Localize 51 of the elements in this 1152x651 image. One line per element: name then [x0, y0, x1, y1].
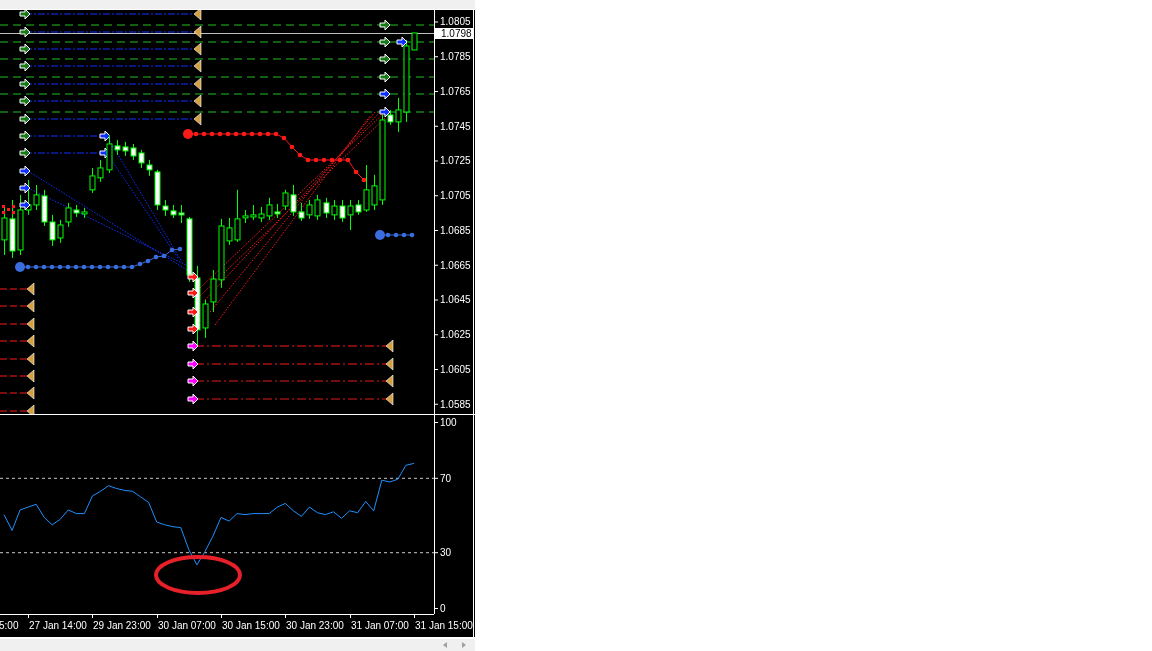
arrow-marker	[379, 88, 391, 100]
price-label: 1.0585	[440, 398, 471, 410]
axis-label: 30	[440, 547, 452, 559]
time-label: 27 Jan 14:00	[29, 620, 87, 631]
arrow-marker	[19, 182, 31, 194]
price-label: 1.0745	[440, 120, 471, 132]
price-label: 1.0685	[440, 225, 471, 236]
order-line	[0, 334, 35, 348]
arrow-marker	[187, 271, 199, 283]
time-label: 30 Jan 23:00	[286, 620, 344, 631]
scroll-right-icon[interactable]	[462, 642, 466, 648]
arrow-marker	[379, 71, 391, 83]
time-label: 31 Jan 15:00	[415, 620, 473, 631]
price-label: 1.0765	[440, 86, 471, 97]
price-label: 1.0785	[440, 51, 471, 63]
order-line	[0, 369, 35, 383]
order-line	[0, 317, 35, 331]
order-line	[0, 299, 35, 313]
price-label: 1.0805	[440, 16, 471, 28]
time-label: 29 Jan 23:00	[93, 620, 151, 631]
arrow-marker	[19, 199, 31, 211]
scroll-left-icon[interactable]	[443, 642, 447, 648]
square-markers	[2, 205, 15, 214]
arrow-marker	[187, 323, 199, 335]
time-label: 30 Jan 15:00	[222, 620, 280, 631]
arrow-marker	[379, 19, 391, 31]
axis-label: 100	[440, 417, 457, 428]
price-label: 1.0625	[440, 329, 471, 341]
order-line	[0, 352, 35, 366]
stop-line-drawing	[375, 230, 415, 240]
arrow-marker	[379, 36, 391, 48]
axis-label: 70	[440, 472, 452, 484]
arrow-marker	[187, 306, 199, 318]
price-label: 1.0725	[440, 155, 471, 167]
arrow-marker	[379, 106, 391, 118]
current-price-tag: 1.0798	[435, 28, 473, 39]
price-label: 1.0665	[440, 259, 471, 271]
arrow-marker	[187, 287, 199, 299]
order-line	[0, 282, 35, 296]
time-label: 5:00	[0, 620, 19, 631]
arrow-marker	[19, 165, 31, 177]
arrow-marker	[379, 53, 391, 65]
arrow-marker	[396, 36, 408, 48]
order-line	[0, 386, 35, 400]
time-label: 30 Jan 07:00	[158, 620, 216, 631]
price-label: 1.0705	[440, 190, 471, 202]
price-label: 1.0605	[440, 364, 471, 375]
axis-label: 0	[440, 603, 446, 614]
scrollbar[interactable]	[0, 639, 475, 651]
time-label: 31 Jan 07:00	[351, 620, 409, 631]
price-label: 1.0645	[440, 294, 471, 306]
